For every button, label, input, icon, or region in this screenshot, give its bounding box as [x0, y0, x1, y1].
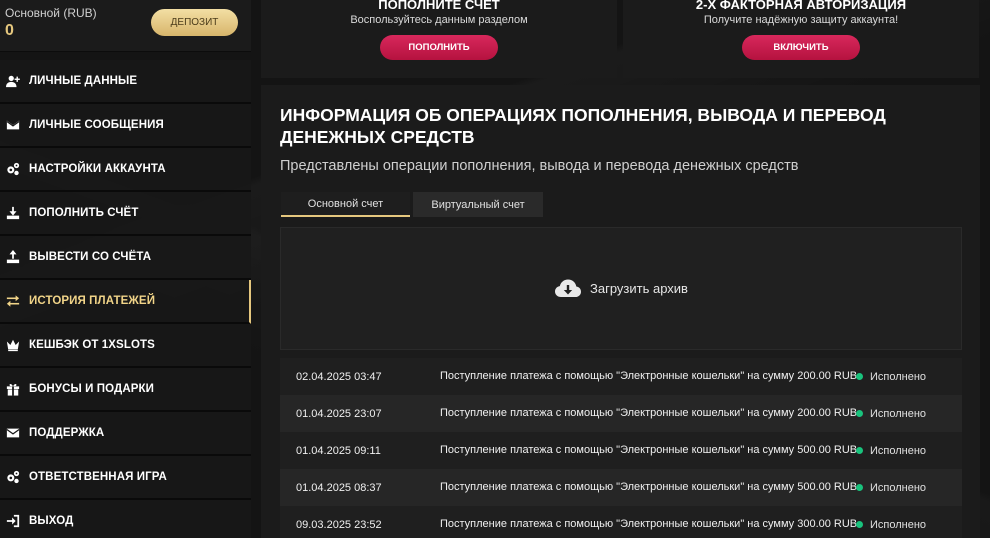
promo-title: ПОПОЛНИТЕ СЧЕТ — [378, 0, 500, 12]
upload-icon — [5, 249, 21, 265]
menu-item-support[interactable]: ПОДДЕРЖКА — [0, 412, 251, 456]
status-label: Исполнено — [870, 444, 927, 457]
crown-icon — [5, 337, 21, 353]
status-dot — [856, 521, 863, 528]
download-archive-button[interactable]: Загрузить архив — [280, 227, 962, 350]
status-label: Исполнено — [870, 407, 927, 420]
menu-item-label: ВЫХОД — [29, 515, 74, 527]
envelope-icon — [5, 117, 21, 133]
balance-value: 0 — [5, 22, 14, 39]
menu-item-cashback[interactable]: КЕШБЭК ОТ 1XSLOTS — [0, 324, 251, 368]
menu-item-payment-history[interactable]: ИСТОРИЯ ПЛАТЕЖЕЙ — [0, 280, 251, 324]
envelope-icon — [5, 425, 21, 441]
gift-icon — [5, 381, 21, 397]
menu-item-withdraw[interactable]: ВЫВЕСТИ СО СЧЁТА — [0, 236, 251, 280]
account-menu: ЛИЧНЫЕ ДАННЫЕ ЛИЧНЫЕ СООБЩЕНИЯ НАСТРОЙКИ… — [0, 60, 251, 538]
menu-item-responsible-gaming[interactable]: ОТВЕТСТВЕННАЯ ИГРА — [0, 456, 251, 500]
menu-item-label: ПОПОЛНИТЬ СЧЁТ — [29, 207, 139, 219]
operation-date: 09.03.2025 23:52 — [296, 518, 382, 531]
status-label: Исполнено — [870, 518, 927, 531]
page-subtitle: Представлены операции пополнения, вывода… — [280, 158, 799, 174]
operation-description: Поступление платежа с помощью "Электронн… — [440, 407, 858, 419]
status-label: Исполнено — [870, 481, 927, 494]
status-label: Исполнено — [870, 370, 927, 383]
promo-card-deposit: ПОПОЛНИТЕ СЧЕТ Воспользуйтесь данным раз… — [261, 0, 617, 78]
operation-date: 02.04.2025 03:47 — [296, 370, 382, 383]
download-icon — [5, 205, 21, 221]
operation-row: 02.04.2025 03:47 Поступление платежа с п… — [280, 358, 962, 395]
menu-item-account-settings[interactable]: НАСТРОЙКИ АККАУНТА — [0, 148, 251, 192]
menu-item-label: ЛИЧНЫЕ ДАННЫЕ — [29, 75, 138, 87]
operation-date: 01.04.2025 08:37 — [296, 481, 382, 494]
menu-item-label: БОНУСЫ И ПОДАРКИ — [29, 383, 155, 395]
download-archive-label: Загрузить архив — [590, 281, 688, 296]
payment-history-panel: ИНФОРМАЦИЯ ОБ ОПЕРАЦИЯХ ПОПОЛНЕНИЯ, ВЫВО… — [261, 85, 980, 538]
cloud-download-icon — [555, 279, 582, 297]
sidebar: Основной (RUB) 0 ДЕПОЗИТ ЛИЧНЫЕ ДАННЫЕ Л… — [0, 0, 251, 538]
gears-icon — [5, 469, 21, 485]
menu-item-label: ЛИЧНЫЕ СООБЩЕНИЯ — [29, 119, 164, 131]
menu-item-label: ИСТОРИЯ ПЛАТЕЖЕЙ — [29, 295, 156, 307]
enable-2fa-button[interactable]: ВКЛЮЧИТЬ — [742, 35, 860, 60]
operation-description: Поступление платежа с помощью "Электронн… — [440, 444, 858, 456]
operation-description: Поступление платежа с помощью "Электронн… — [440, 370, 858, 382]
menu-item-label: КЕШБЭК ОТ 1XSLOTS — [29, 339, 155, 351]
operations-list: 02.04.2025 03:47 Поступление платежа с п… — [280, 358, 962, 538]
account-tabs: Основной счет Виртуальный счет — [281, 192, 543, 217]
operation-description: Поступление платежа с помощью "Электронн… — [440, 481, 858, 493]
operation-status: Исполнено — [856, 482, 926, 494]
menu-item-label: НАСТРОЙКИ АККАУНТА — [29, 163, 166, 175]
page-title: ИНФОРМАЦИЯ ОБ ОПЕРАЦИЯХ ПОПОЛНЕНИЯ, ВЫВО… — [280, 105, 886, 147]
menu-item-personal-data[interactable]: ЛИЧНЫЕ ДАННЫЕ — [0, 60, 251, 104]
tab-main-account[interactable]: Основной счет — [281, 192, 410, 217]
menu-item-logout[interactable]: ВЫХОД — [0, 500, 251, 538]
menu-item-bonuses[interactable]: БОНУСЫ И ПОДАРКИ — [0, 368, 251, 412]
user-plus-icon — [5, 73, 21, 89]
gears-icon — [5, 161, 21, 177]
status-dot — [856, 410, 863, 417]
operation-status: Исполнено — [856, 371, 926, 383]
operation-description: Поступление платежа с помощью "Электронн… — [440, 518, 858, 530]
exchange-icon — [5, 293, 21, 309]
promo-title: 2-Х ФАКТОРНАЯ АВТОРИЗАЦИЯ — [695, 0, 907, 12]
operation-row: 01.04.2025 23:07 Поступление платежа с п… — [280, 395, 962, 432]
balance-label: Основной (RUB) — [5, 6, 97, 20]
menu-item-label: ПОДДЕРЖКА — [29, 427, 105, 439]
status-dot — [856, 447, 863, 454]
status-dot — [856, 484, 863, 491]
deposit-button[interactable]: ДЕПОЗИТ — [151, 9, 238, 36]
operation-row: 01.04.2025 08:37 Поступление платежа с п… — [280, 469, 962, 506]
operation-row: 09.03.2025 23:52 Поступление платежа с п… — [280, 506, 962, 538]
operation-status: Исполнено — [856, 519, 926, 531]
operation-date: 01.04.2025 09:11 — [296, 444, 381, 457]
operation-status: Исполнено — [856, 408, 926, 420]
promo-subtitle: Получите надёжную защиту аккаунта! — [703, 14, 899, 26]
logout-icon — [5, 513, 21, 529]
menu-item-label: ВЫВЕСТИ СО СЧЁТА — [29, 251, 152, 263]
tab-virtual-account[interactable]: Виртуальный счет — [413, 192, 543, 217]
operation-date: 01.04.2025 23:07 — [296, 407, 382, 420]
status-dot — [856, 373, 863, 380]
menu-item-messages[interactable]: ЛИЧНЫЕ СООБЩЕНИЯ — [0, 104, 251, 148]
operation-row: 01.04.2025 09:11 Поступление платежа с п… — [280, 432, 962, 469]
operation-status: Исполнено — [856, 445, 926, 457]
balance-panel: Основной (RUB) 0 ДЕПОЗИТ — [0, 0, 251, 52]
replenish-button[interactable]: ПОПОЛНИТЬ — [380, 35, 498, 60]
menu-item-label: ОТВЕТСТВЕННАЯ ИГРА — [29, 471, 167, 483]
menu-item-deposit[interactable]: ПОПОЛНИТЬ СЧЁТ — [0, 192, 251, 236]
promo-card-2fa: 2-Х ФАКТОРНАЯ АВТОРИЗАЦИЯ Получите надёж… — [623, 0, 979, 78]
promo-subtitle: Воспользуйтесь данным разделом — [350, 14, 528, 26]
